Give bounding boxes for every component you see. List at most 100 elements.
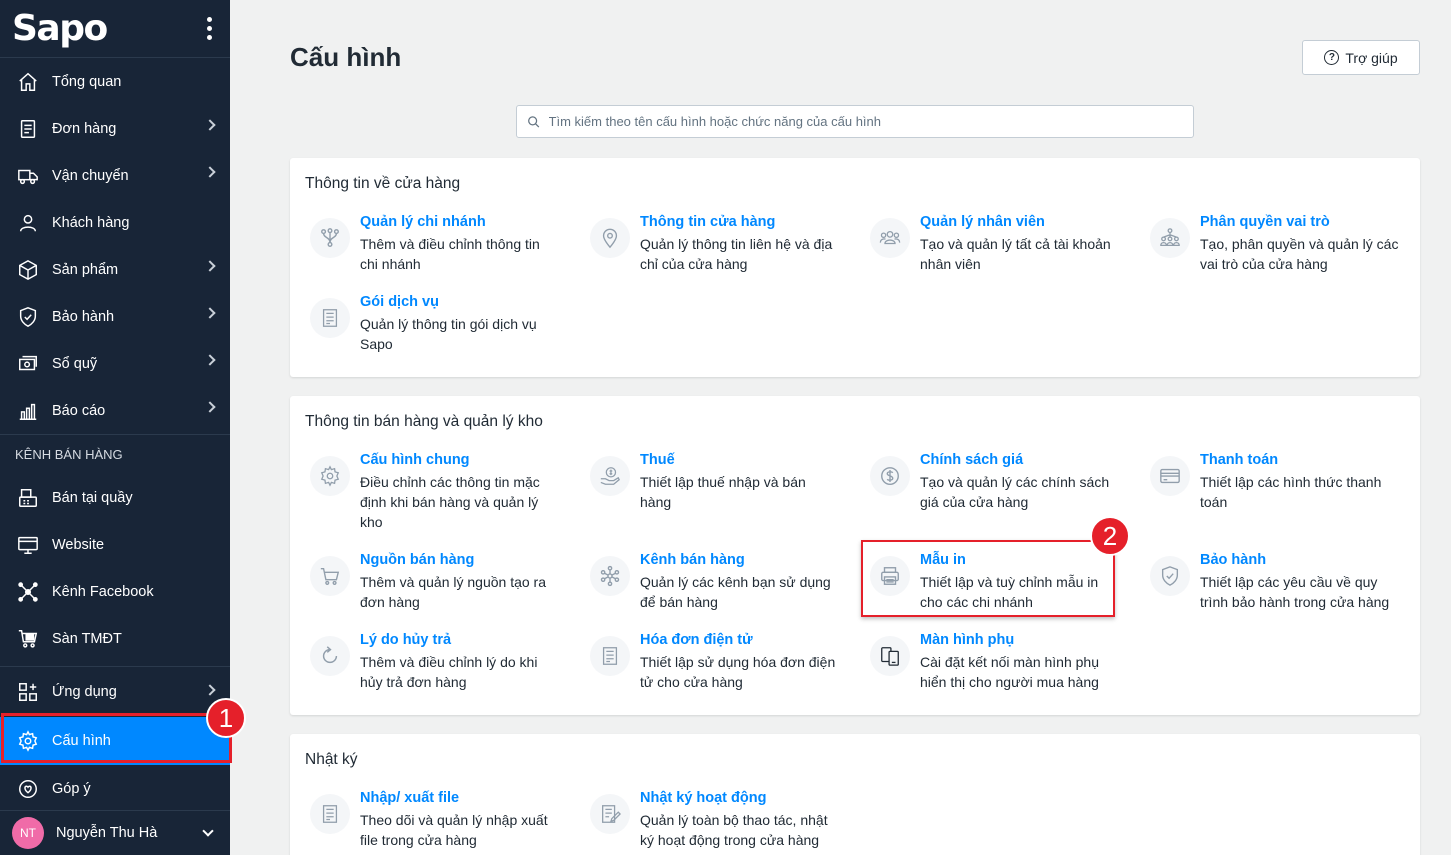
sidebar-item-apps[interactable]: Ứng dụng: [0, 667, 230, 717]
setting-activity-log[interactable]: Nhật ký hoạt động Quản lý toàn bộ thao t…: [570, 790, 840, 855]
setting-title[interactable]: Quản lý nhân viên: [920, 214, 1045, 230]
user-name: Nguyễn Thu Hà: [56, 825, 158, 841]
sidebar-item-pos[interactable]: Bán tại quầy: [0, 474, 230, 521]
setting-general[interactable]: Cấu hình chung Điều chỉnh các thông tin …: [290, 452, 560, 530]
sidebar-item-overview[interactable]: Tổng quan: [0, 58, 230, 105]
shield-icon: [16, 305, 40, 329]
sidebar-item-orders[interactable]: Đơn hàng: [0, 105, 230, 152]
setting-title[interactable]: Bảo hành: [1200, 552, 1266, 568]
role-hierarchy-icon: [1150, 218, 1190, 258]
setting-desc: Tạo và quản lý các chính sách giá của cử…: [920, 474, 1110, 510]
sidebar-item-feedback[interactable]: Góp ý: [0, 765, 230, 812]
highlight-box-print-templates: [861, 540, 1115, 617]
setting-desc: Thêm và quản lý nguồn tạo ra đơn hàng: [360, 574, 547, 610]
help-label: Trợ giúp: [1345, 49, 1398, 66]
setting-branches[interactable]: Quản lý chi nhánh Thêm và điều chỉnh thô…: [290, 214, 560, 284]
setting-sales-channels[interactable]: Kênh bán hàng Quản lý các kênh bạn sử dụ…: [570, 552, 840, 622]
search-box[interactable]: [516, 105, 1194, 138]
setting-desc: Thiết lập các hình thức thanh toán: [1200, 474, 1382, 510]
website-icon: [16, 533, 40, 557]
sidebar-item-cashbook[interactable]: Sổ quỹ: [0, 340, 230, 387]
setting-title[interactable]: Nhập/ xuất file: [360, 790, 459, 806]
setting-cancel-reasons[interactable]: Lý do hủy trả Thêm và điều chỉnh lý do k…: [290, 632, 560, 702]
sidebar-item-label: Sổ quỹ: [52, 355, 98, 372]
setting-title[interactable]: Cấu hình chung: [360, 452, 470, 468]
setting-title[interactable]: Kênh bán hàng: [640, 552, 745, 568]
sidebar-item-label: Đơn hàng: [52, 120, 117, 137]
sidebar-item-label: Kênh Facebook: [52, 583, 154, 600]
sidebar-item-shipping[interactable]: Vận chuyển: [0, 152, 230, 199]
section-logs: Nhật ký Nhập/ xuất file Theo dõi và quản…: [290, 734, 1420, 855]
setting-title[interactable]: Hóa đơn điện tử: [640, 632, 753, 648]
chevron-right-icon: [204, 260, 216, 272]
setting-roles[interactable]: Phân quyền vai trò Tạo, phân quyền và qu…: [1130, 214, 1400, 284]
setting-title[interactable]: Lý do hủy trả: [360, 632, 451, 648]
chevron-right-icon: [204, 119, 216, 131]
setting-desc: Quản lý toàn bộ thao tác, nhật ký hoạt đ…: [640, 812, 828, 848]
report-icon: [16, 399, 40, 423]
chevron-right-icon: [204, 354, 216, 366]
setting-title[interactable]: Nguồn bán hàng: [360, 552, 474, 568]
setting-title[interactable]: Thông tin cửa hàng: [640, 214, 775, 230]
setting-desc: Quản lý thông tin gói dịch vụ Sapo: [360, 316, 537, 352]
sidebar-item-label: Vận chuyển: [52, 167, 129, 184]
setting-title[interactable]: Chính sách giá: [920, 452, 1023, 468]
staff-group-icon: [870, 218, 910, 258]
sidebar-item-label: Bảo hành: [52, 308, 115, 325]
sidebar-item-label: Báo cáo: [52, 402, 106, 419]
feedback-icon: [16, 777, 40, 801]
sidebar-item-website[interactable]: Website: [0, 521, 230, 568]
sidebar-item-label: Tổng quan: [52, 73, 122, 90]
more-options-icon[interactable]: [203, 13, 216, 44]
dollar-icon: [870, 456, 910, 496]
setting-e-invoice[interactable]: Hóa đơn điện tử Thiết lập sử dụng hóa đơ…: [570, 632, 840, 702]
sidebar-item-facebook[interactable]: Kênh Facebook: [0, 568, 230, 615]
user-menu[interactable]: NT Nguyễn Thu Hà: [0, 810, 230, 855]
setting-title[interactable]: Thanh toán: [1200, 452, 1278, 468]
sapo-logo[interactable]: Sapo: [12, 10, 108, 47]
setting-title[interactable]: Màn hình phụ: [920, 632, 1014, 648]
marketplace-icon: [16, 627, 40, 651]
sidebar-item-warranty[interactable]: Bảo hành: [0, 293, 230, 340]
setting-payment[interactable]: Thanh toán Thiết lập các hình thức thanh…: [1130, 452, 1400, 522]
sidebar-item-label: Ứng dụng: [52, 684, 117, 700]
sidebar-item-label: Sàn TMĐT: [52, 630, 122, 647]
setting-warranty[interactable]: Bảo hành Thiết lập các yêu cầu về quy tr…: [1130, 552, 1400, 622]
sidebar-item-customers[interactable]: Khách hàng: [0, 199, 230, 246]
order-icon: [16, 117, 40, 141]
gear-icon: [310, 456, 350, 496]
avatar: NT: [12, 817, 44, 849]
setting-service-plan[interactable]: Gói dịch vụ Quản lý thông tin gói dịch v…: [290, 294, 560, 364]
setting-desc: Thiết lập sử dụng hóa đơn điện tử cho cử…: [640, 654, 836, 690]
chevron-down-icon[interactable]: [202, 825, 214, 837]
search-input[interactable]: [548, 114, 1183, 129]
setting-customer-display[interactable]: Màn hình phụ Cài đặt kết nối màn hình ph…: [850, 632, 1120, 702]
location-pin-icon: [590, 218, 630, 258]
setting-title[interactable]: Gói dịch vụ: [360, 294, 439, 310]
pos-icon: [16, 486, 40, 510]
file-icon: [310, 794, 350, 834]
help-button[interactable]: ? Trợ giúp: [1302, 40, 1420, 75]
setting-import-export[interactable]: Nhập/ xuất file Theo dõi và quản lý nhập…: [290, 790, 560, 855]
setting-price-policy[interactable]: Chính sách giá Tạo và quản lý các chính …: [850, 452, 1120, 522]
sidebar-item-reports[interactable]: Báo cáo: [0, 387, 230, 434]
setting-sales-source[interactable]: Nguồn bán hàng Thêm và quản lý nguồn tạo…: [290, 552, 560, 622]
setting-title[interactable]: Phân quyền vai trò: [1200, 214, 1330, 230]
sidebar-item-products[interactable]: Sản phẩm: [0, 246, 230, 293]
setting-desc: Thiết lập các yêu cầu về quy trình bảo h…: [1200, 574, 1390, 610]
setting-store-info[interactable]: Thông tin cửa hàng Quản lý thông tin liê…: [570, 214, 840, 284]
setting-title[interactable]: Thuế: [640, 452, 675, 468]
home-icon: [16, 70, 40, 94]
setting-desc: Thiết lập thuế nhập và bán hàng: [640, 474, 806, 510]
setting-desc: Điều chỉnh các thông tin mặc định khi bá…: [360, 474, 540, 530]
sidebar-item-label: Khách hàng: [52, 214, 130, 231]
logo-bar: Sapo: [0, 0, 230, 58]
page-title: Cấu hình: [290, 42, 402, 72]
setting-staff[interactable]: Quản lý nhân viên Tạo và quản lý tất cả …: [850, 214, 1120, 284]
setting-title[interactable]: Nhật ký hoạt động: [640, 790, 766, 806]
sidebar-item-marketplace[interactable]: Sàn TMĐT: [0, 615, 230, 662]
section-title: Thông tin về cửa hàng: [305, 175, 461, 192]
setting-title[interactable]: Quản lý chi nhánh: [360, 214, 486, 230]
setting-tax[interactable]: Thuế Thiết lập thuế nhập và bán hàng: [570, 452, 840, 522]
setting-desc: Tạo và quản lý tất cả tài khoản nhân viê…: [920, 236, 1111, 272]
